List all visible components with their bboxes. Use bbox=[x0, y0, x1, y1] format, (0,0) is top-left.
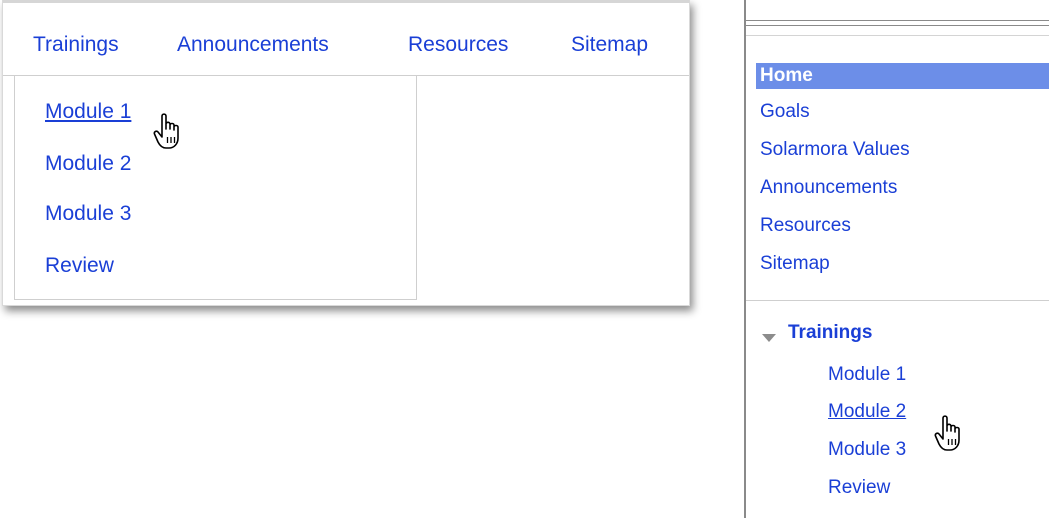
sidebar-section-divider bbox=[746, 300, 1049, 301]
nav-tab-announcements[interactable]: Announcements bbox=[177, 33, 329, 57]
dropdown-item-module-3[interactable]: Module 3 bbox=[45, 202, 131, 226]
dropdown-item-module-2[interactable]: Module 2 bbox=[45, 152, 131, 176]
trainings-dropdown-menu: Module 1 Module 2 Module 3 Review bbox=[14, 76, 417, 300]
sidebar-subitem-module-2[interactable]: Module 2 bbox=[828, 401, 906, 423]
sidebar-item-announcements[interactable]: Announcements bbox=[760, 177, 897, 199]
hand-pointer-icon bbox=[934, 415, 960, 451]
sidebar-subitem-review[interactable]: Review bbox=[828, 477, 890, 499]
sidebar-subitem-module-3[interactable]: Module 3 bbox=[828, 439, 906, 461]
sidebar-subitem-module-1[interactable]: Module 1 bbox=[828, 364, 906, 386]
sidebar-item-solarmora-values[interactable]: Solarmora Values bbox=[760, 139, 910, 161]
dropdown-item-module-1[interactable]: Module 1 bbox=[45, 100, 131, 124]
sidebar-item-sitemap[interactable]: Sitemap bbox=[760, 253, 830, 275]
sidebar-item-home[interactable]: Home bbox=[756, 63, 1049, 89]
top-nav-bar: Trainings Announcements Resources Sitema… bbox=[3, 0, 689, 76]
sidebar-item-resources[interactable]: Resources bbox=[760, 215, 851, 237]
triangle-down-icon[interactable] bbox=[760, 331, 780, 345]
sidebar-top-border bbox=[746, 20, 1049, 26]
sidebar-item-goals[interactable]: Goals bbox=[760, 101, 810, 123]
nav-tab-resources[interactable]: Resources bbox=[408, 33, 508, 57]
nav-tab-trainings[interactable]: Trainings bbox=[33, 33, 119, 57]
sidebar-tree-trainings[interactable]: Trainings bbox=[788, 322, 872, 344]
dropdown-item-review[interactable]: Review bbox=[45, 254, 114, 278]
horizontal-nav-panel: Trainings Announcements Resources Sitema… bbox=[2, 0, 690, 306]
vertical-sidebar-panel: Home Goals Solarmora Values Announcement… bbox=[744, 0, 1049, 518]
hand-pointer-icon bbox=[153, 113, 179, 149]
sidebar-top-divider bbox=[746, 35, 1049, 36]
nav-tab-sitemap[interactable]: Sitemap bbox=[571, 33, 648, 57]
